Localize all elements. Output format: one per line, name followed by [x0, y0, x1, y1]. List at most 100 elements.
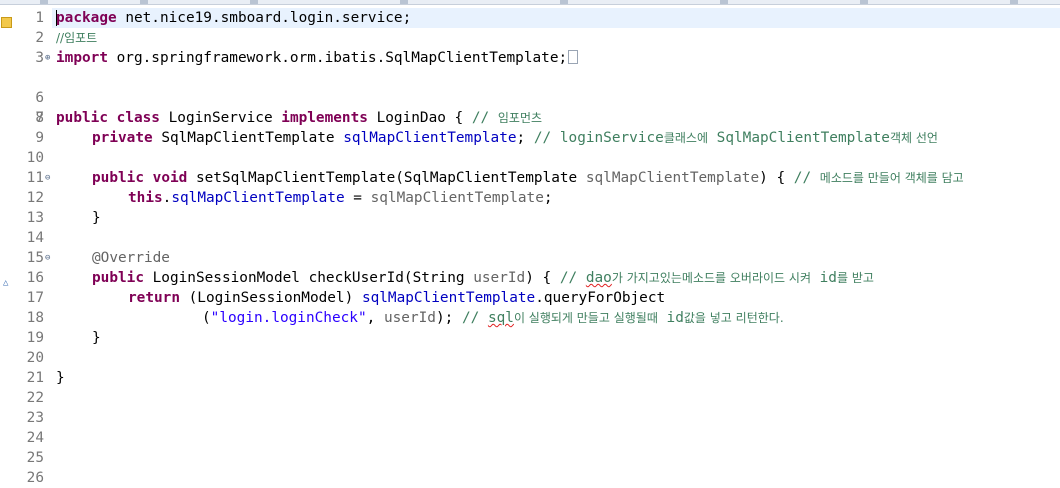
- code-text: }: [92, 330, 101, 346]
- line-number: 10: [26, 150, 44, 166]
- comment: //: [559, 270, 586, 286]
- code-line-18[interactable]: ("login.loginCheck", userId); // sql이 실행…: [202, 308, 784, 328]
- code-line-13[interactable]: }: [92, 208, 101, 228]
- code-text: (LoginSessionModel): [179, 290, 362, 306]
- line-number: 16: [26, 270, 44, 286]
- line-number: 3: [35, 50, 44, 66]
- keyword: public: [92, 270, 144, 286]
- line-number: 17: [26, 290, 44, 306]
- keyword: implements: [281, 110, 368, 126]
- parameter-name: sqlMapClientTemplate: [585, 170, 760, 186]
- code-text: ;: [543, 190, 553, 206]
- code-line-12[interactable]: this.sqlMapClientTemplate = sqlMapClient…: [128, 188, 553, 208]
- line-number: 12: [26, 190, 44, 206]
- code-text: }: [56, 370, 65, 386]
- line-number: 25: [26, 450, 44, 466]
- line-number: 9: [35, 130, 44, 146]
- parameter-name: userId: [383, 310, 436, 326]
- code-line-1[interactable]: package net.nice19.smboard.login.service…: [56, 8, 411, 28]
- line-number: 15: [26, 250, 44, 266]
- collapsed-code-icon[interactable]: [568, 50, 579, 64]
- code-line-19[interactable]: }: [92, 328, 101, 348]
- comment: 객체 선언: [889, 131, 938, 145]
- line-number: 20: [26, 350, 44, 366]
- code-line-8[interactable]: public class LoginService implements Log…: [56, 108, 542, 128]
- comment: 임포먼츠: [497, 111, 543, 125]
- keyword: import: [56, 50, 108, 66]
- code-line-11[interactable]: public void setSqlMapClientTemplate(SqlM…: [92, 168, 964, 188]
- keyword: this: [128, 190, 163, 206]
- code-text: net.nice19.smboard.login.service;: [116, 10, 412, 26]
- comment: 값을 넣고 리턴한다.: [683, 311, 784, 325]
- line-number: 26: [26, 470, 44, 486]
- method-signature: LoginSessionModel checkUserId(String: [143, 270, 474, 286]
- keyword: public: [92, 170, 144, 186]
- line-number: 13: [26, 210, 44, 226]
- comment: //임포트: [56, 31, 98, 45]
- tab-edge[interactable]: [140, 0, 148, 4]
- line-number: 2: [35, 30, 44, 46]
- code-text: =: [344, 190, 371, 206]
- code-editor[interactable]: [52, 5, 1060, 485]
- code-text: LoginDao {: [367, 110, 472, 126]
- code-text: ,: [366, 310, 384, 326]
- comment: SqlMapClientTemplate: [708, 130, 890, 146]
- code-text: .queryForObject: [535, 290, 666, 306]
- line-number: 14: [26, 230, 44, 246]
- comment: //: [461, 310, 488, 326]
- tab-edge[interactable]: [720, 0, 728, 4]
- comment-misspelled: sql: [487, 310, 514, 326]
- field-name: sqlMapClientTemplate: [343, 130, 517, 146]
- tab-edge[interactable]: [40, 0, 48, 4]
- field-name: sqlMapClientTemplate: [171, 190, 345, 206]
- method-signature: setSqlMapClientTemplate(SqlMapClientTemp…: [187, 170, 586, 186]
- code-line-2[interactable]: //임포트: [56, 28, 97, 48]
- bookmark-icon[interactable]: [1, 17, 12, 28]
- tab-edge[interactable]: [250, 0, 258, 4]
- comment: //: [471, 110, 498, 126]
- line-number: 24: [26, 430, 44, 446]
- code-line-21[interactable]: }: [56, 368, 65, 388]
- code-text: (: [202, 310, 211, 326]
- code-text: ) {: [759, 170, 794, 186]
- keyword: private: [92, 130, 153, 146]
- tab-edge[interactable]: [860, 0, 868, 4]
- comment: 이 실행되게 만들고 실행될때: [513, 311, 658, 325]
- string-literal: "login.loginCheck": [210, 310, 367, 326]
- field-name: sqlMapClientTemplate: [361, 290, 536, 306]
- keyword: void: [152, 170, 188, 186]
- comment: 가 가지고있는메소드를 오버라이드 시켜: [611, 271, 811, 285]
- code-text: ;: [516, 130, 534, 146]
- line-number: 1: [35, 10, 44, 26]
- code-line-17[interactable]: return (LoginSessionModel) sqlMapClientT…: [128, 288, 665, 308]
- comment: id: [810, 270, 837, 286]
- comment: //: [793, 170, 820, 186]
- comment-misspelled: dao: [585, 270, 612, 286]
- code-text: org.springframework.orm.ibatis.SqlMapCli…: [107, 50, 568, 66]
- line-number: 18: [26, 310, 44, 326]
- line-number: 8: [35, 110, 44, 126]
- code-line-3[interactable]: import org.springframework.orm.ibatis.Sq…: [56, 48, 579, 68]
- class-name: LoginService: [159, 110, 282, 126]
- code-line-16[interactable]: public LoginSessionModel checkUserId(Str…: [92, 268, 874, 288]
- parameter-name: sqlMapClientTemplate: [370, 190, 544, 206]
- comment: 클래스에: [663, 131, 709, 145]
- keyword: public: [56, 110, 108, 126]
- tab-edge[interactable]: [400, 0, 408, 4]
- line-number: 23: [26, 410, 44, 426]
- annotation-ruler[interactable]: △: [0, 5, 14, 485]
- comment: 메소드를 만들어 객체를 담고: [819, 171, 964, 185]
- code-line-15[interactable]: @Override: [92, 248, 170, 268]
- code-line-9[interactable]: private SqlMapClientTemplate sqlMapClien…: [92, 128, 938, 148]
- keyword: class: [116, 110, 160, 126]
- keyword: package: [56, 10, 117, 26]
- code-text: }: [92, 210, 101, 226]
- override-triangle-icon[interactable]: △: [3, 278, 8, 288]
- comment: id: [657, 310, 684, 326]
- tab-edge[interactable]: [1010, 0, 1018, 4]
- line-number: 19: [26, 330, 44, 346]
- parameter-name: userId: [473, 270, 526, 286]
- annotation: @Override: [92, 250, 170, 266]
- tab-edge[interactable]: [560, 0, 568, 4]
- type-name: SqlMapClientTemplate: [152, 130, 344, 146]
